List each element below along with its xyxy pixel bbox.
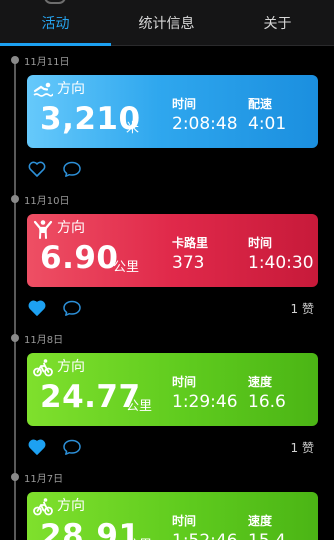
like-heart-icon[interactable] [27,298,47,318]
like-count[interactable]: 1 赞 [291,439,314,456]
metric-label: 配速 [248,97,273,111]
distance-unit: 米 [126,121,140,136]
distance-unit: 公里 [126,399,153,414]
comment-icon[interactable] [62,159,82,179]
metric-value: 16.6 [248,392,286,412]
active-tab-indicator [0,43,111,46]
like-count[interactable]: 1 赞 [291,300,314,317]
activity-date: 11月11日 [24,57,70,68]
metric-value: 1:29:46 [172,392,238,412]
activity-title: 方向 [57,81,85,97]
activity-card-strength[interactable]: 方向 6.90 公里 卡路里 373 时间 1:40:30 [27,214,318,287]
metric-label: 卡路里 [172,236,209,250]
like-heart-icon[interactable] [27,437,47,457]
comment-icon[interactable] [62,298,82,318]
cycling-icon [33,359,53,377]
activity-card-swim[interactable]: 方向 3,210 米 时间 2:08:48 配速 4:01 [27,75,318,148]
activity-date: 11月7日 [24,474,64,485]
metric-value: 1:52:46 [172,531,238,540]
activity-date: 11月10日 [24,196,70,207]
timeline-dot [11,334,19,342]
timeline-dot [11,56,19,64]
metric-value: 1:40:30 [248,253,314,273]
activity-title: 方向 [57,498,85,514]
top-tab-bar: 活动 统计信息 关于 [0,0,334,46]
metric-label: 时间 [248,236,273,250]
like-heart-icon[interactable] [27,159,47,179]
timeline-line [14,60,16,540]
metric-value: 15.4 [248,531,286,540]
metric-value: 4:01 [248,114,287,134]
activity-title: 方向 [57,359,85,375]
activity-card-cycling[interactable]: 方向 28.91 公里 时间 1:52:46 速度 15.4 [27,492,318,540]
timeline-dot [11,195,19,203]
metric-label: 时间 [172,97,197,111]
metric-value: 373 [172,253,205,273]
tab-about[interactable]: 关于 [222,0,333,46]
metric-label: 速度 [248,375,273,389]
activity-card-cycling[interactable]: 方向 24.77 公里 时间 1:29:46 速度 16.6 [27,353,318,426]
metric-label: 时间 [172,375,197,389]
tab-statistics[interactable]: 统计信息 [111,0,222,46]
metric-label: 时间 [172,514,197,528]
metric-label: 速度 [248,514,273,528]
cycling-icon [33,498,53,516]
activity-date: 11月8日 [24,335,64,346]
metric-value: 2:08:48 [172,114,238,134]
comment-icon[interactable] [62,437,82,457]
swimming-icon [33,82,53,97]
activity-distance: 6.90 [40,240,119,276]
distance-unit: 公里 [113,260,140,275]
timeline-dot [11,473,19,481]
distance-unit: 公里 [126,534,152,540]
tab-activities[interactable]: 活动 [0,0,111,46]
activity-title: 方向 [57,220,85,236]
strength-training-icon [33,220,53,239]
